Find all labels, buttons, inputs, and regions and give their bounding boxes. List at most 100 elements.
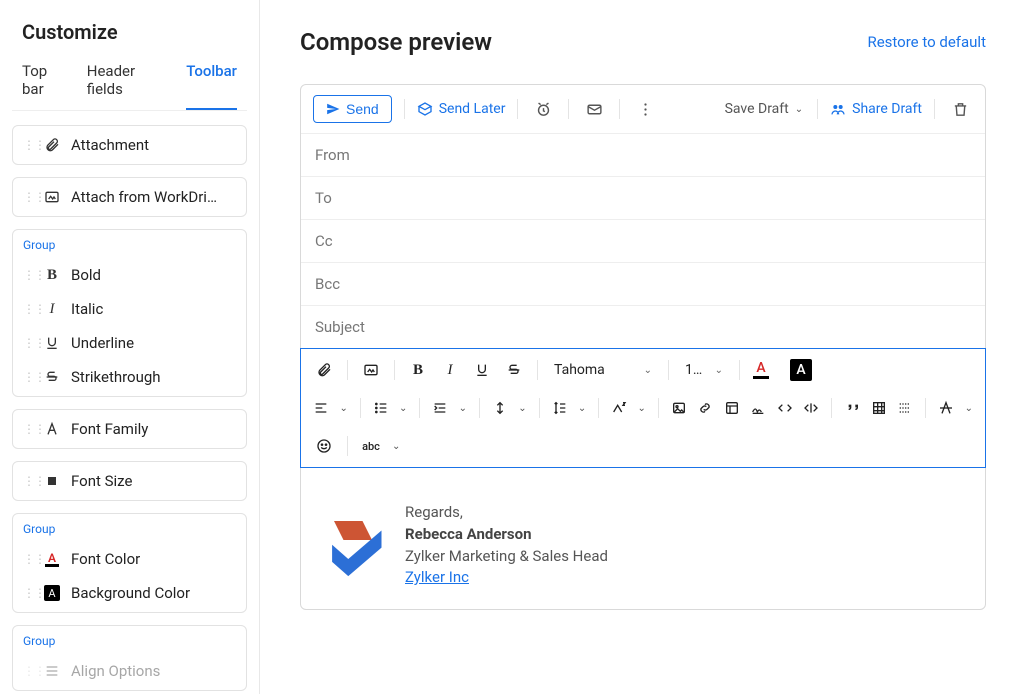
- row-label: Attachment: [71, 136, 236, 154]
- drag-handle-icon[interactable]: ⋮⋮: [23, 371, 33, 383]
- row-align-options[interactable]: ⋮⋮ Align Options: [13, 652, 246, 690]
- signature-button[interactable]: [748, 395, 768, 421]
- send-later-button[interactable]: Send Later: [417, 101, 506, 117]
- share-draft-button[interactable]: Share Draft: [830, 101, 922, 117]
- separator: [517, 99, 518, 119]
- plaintext-button[interactable]: [801, 395, 821, 421]
- reminder-icon-button[interactable]: [530, 96, 556, 122]
- sidebar-title: Customize: [22, 20, 247, 44]
- drag-handle-icon[interactable]: ⋮⋮: [23, 191, 33, 203]
- send-icon: [326, 102, 340, 116]
- font-size-select[interactable]: 1… ⌄: [679, 359, 729, 381]
- from-field[interactable]: From: [301, 133, 985, 176]
- superscript-button[interactable]: [609, 395, 629, 421]
- cc-field[interactable]: Cc: [301, 219, 985, 262]
- code-button[interactable]: [774, 395, 794, 421]
- tab-top-bar[interactable]: Top bar: [22, 62, 69, 110]
- spellcheck-button[interactable]: abc: [358, 433, 384, 459]
- indent-button[interactable]: [430, 395, 450, 421]
- link-button[interactable]: [695, 395, 715, 421]
- insert-image-button[interactable]: [358, 357, 384, 383]
- restore-default-link[interactable]: Restore to default: [867, 33, 986, 51]
- template-button[interactable]: [722, 395, 742, 421]
- separator: [619, 99, 620, 119]
- block-font-family[interactable]: ⋮⋮ Font Family: [12, 409, 247, 449]
- save-draft-button[interactable]: Save Draft ⌄: [725, 101, 806, 117]
- chevron-down-icon[interactable]: ⌄: [457, 403, 469, 414]
- row-italic[interactable]: ⋮⋮ I Italic: [13, 294, 246, 328]
- drag-handle-icon[interactable]: ⋮⋮: [23, 553, 33, 565]
- table-button[interactable]: [869, 395, 889, 421]
- separator: [934, 99, 935, 119]
- tab-header-fields[interactable]: Header fields: [87, 62, 168, 110]
- row-background-color[interactable]: ⋮⋮ A Background Color: [13, 578, 246, 612]
- to-field[interactable]: To: [301, 176, 985, 219]
- direction-button[interactable]: [490, 395, 510, 421]
- chevron-down-icon[interactable]: ⌄: [337, 403, 349, 414]
- send-button[interactable]: Send: [313, 95, 392, 123]
- tab-toolbar[interactable]: Toolbar: [186, 62, 237, 110]
- drag-handle-icon[interactable]: ⋮⋮: [23, 665, 33, 677]
- drag-handle-icon[interactable]: ⋮⋮: [23, 423, 33, 435]
- block-attach-workdrive[interactable]: ⋮⋮ Attach from WorkDri…: [12, 177, 247, 217]
- line-height-button[interactable]: [549, 395, 569, 421]
- image-inline-button[interactable]: [669, 395, 689, 421]
- row-underline[interactable]: ⋮⋮ Underline: [13, 328, 246, 362]
- bcc-field[interactable]: Bcc: [301, 262, 985, 305]
- chevron-down-icon[interactable]: ⌄: [390, 441, 402, 452]
- main-area: Compose preview Restore to default Send …: [260, 0, 1026, 694]
- strikethrough-button[interactable]: [501, 357, 527, 383]
- chevron-down-icon: ⌄: [715, 365, 723, 376]
- read-receipt-icon-button[interactable]: [581, 96, 607, 122]
- attachment-button[interactable]: [311, 357, 337, 383]
- drag-handle-icon[interactable]: ⋮⋮: [23, 269, 33, 281]
- row-font-color[interactable]: ⋮⋮ A Font Color: [13, 540, 246, 578]
- drag-handle-icon[interactable]: ⋮⋮: [23, 587, 33, 599]
- font-size-icon: [43, 472, 61, 490]
- send-later-icon: [417, 101, 433, 117]
- row-label: Underline: [71, 334, 236, 352]
- background-color-button[interactable]: A: [790, 359, 812, 381]
- chevron-down-icon[interactable]: ⌄: [576, 403, 588, 414]
- format-toolbar: B I Tahoma ⌄ 1… ⌄: [300, 348, 986, 468]
- row-strikethrough[interactable]: ⋮⋮ Strikethrough: [13, 362, 246, 396]
- emoji-button[interactable]: [311, 433, 337, 459]
- quote-button[interactable]: [842, 395, 862, 421]
- block-font-size[interactable]: ⋮⋮ Font Size: [12, 461, 247, 501]
- chevron-down-icon: ⌄: [793, 104, 805, 115]
- italic-button[interactable]: I: [437, 357, 463, 383]
- clear-format-button[interactable]: [936, 395, 956, 421]
- more-options-button[interactable]: [632, 96, 658, 122]
- bold-icon: B: [43, 266, 61, 284]
- font-family-select[interactable]: Tahoma ⌄: [548, 359, 658, 381]
- row-bold[interactable]: ⋮⋮ B Bold: [13, 256, 246, 294]
- list-button[interactable]: [371, 395, 391, 421]
- drag-handle-icon[interactable]: ⋮⋮: [23, 139, 33, 151]
- chevron-down-icon[interactable]: ⌄: [963, 403, 975, 414]
- hr-button[interactable]: [895, 395, 915, 421]
- chevron-down-icon[interactable]: ⌄: [397, 403, 409, 414]
- paperclip-icon: [43, 136, 61, 154]
- sidebar-tabs: Top bar Header fields Toolbar: [12, 62, 247, 111]
- discard-button[interactable]: [947, 96, 973, 122]
- subject-field[interactable]: Subject: [301, 305, 985, 348]
- align-button[interactable]: [311, 395, 331, 421]
- block-attachment[interactable]: ⋮⋮ Attachment: [12, 125, 247, 165]
- group-label: Group: [13, 626, 246, 652]
- chevron-down-icon[interactable]: ⌄: [635, 403, 647, 414]
- italic-icon: I: [43, 300, 61, 318]
- font-color-button[interactable]: A: [750, 359, 772, 381]
- row-label: Bold: [71, 266, 236, 284]
- row-label: Attach from WorkDri…: [71, 188, 236, 206]
- align-icon: [43, 662, 61, 680]
- drag-handle-icon[interactable]: ⋮⋮: [23, 303, 33, 315]
- signature-company-link[interactable]: Zylker Inc: [405, 567, 608, 589]
- group-label: Group: [13, 514, 246, 540]
- drag-handle-icon[interactable]: ⋮⋮: [23, 475, 33, 487]
- drag-handle-icon[interactable]: ⋮⋮: [23, 337, 33, 349]
- underline-button[interactable]: [469, 357, 495, 383]
- signature-area: Regards, Rebecca Anderson Zylker Marketi…: [301, 468, 985, 609]
- bold-button[interactable]: B: [405, 357, 431, 383]
- chevron-down-icon[interactable]: ⌄: [516, 403, 528, 414]
- background-color-icon: A: [43, 584, 61, 602]
